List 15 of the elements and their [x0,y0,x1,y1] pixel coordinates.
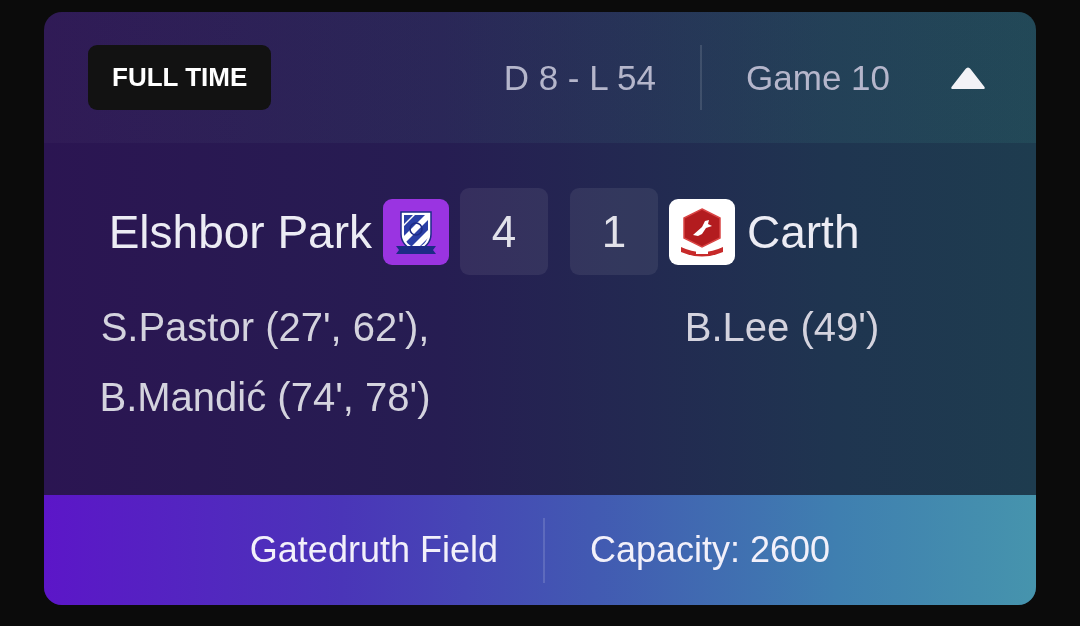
goal-scorer-text: B.Lee (49') [684,304,880,351]
game-number: Game 10 [746,57,890,98]
goal-scorer-text: S.Pastor (27', 62'), [100,304,430,351]
shield-crest-icon [383,198,449,265]
goal-scorer-text: B.Mandić (74', 78') [99,374,431,421]
record-text: D 8 - L 54 [503,57,657,98]
team-name: Elshbor Park [108,204,372,259]
status-badge: FULL TIME [88,45,272,110]
team-name: Carth [747,204,860,259]
caret-icon [950,65,986,90]
score-display: 1 [570,188,658,275]
score-display: 4 [460,188,548,275]
venue-name: Gatedruth Field [249,529,498,571]
hexagon-crest-icon [669,198,735,265]
capacity-text: Capacity: 2600 [590,529,831,571]
